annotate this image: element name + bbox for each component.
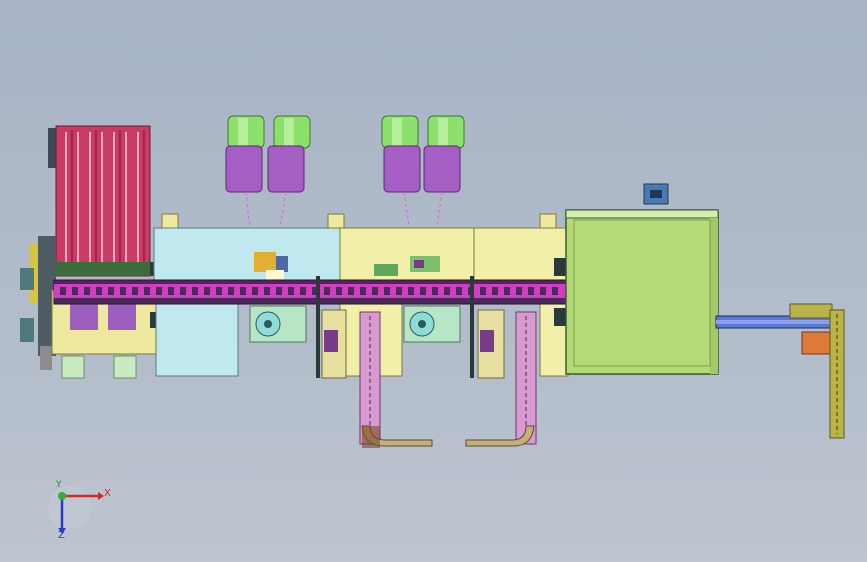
y-axis-label: Y <box>56 480 62 490</box>
camera-lamp-4[interactable] <box>423 115 465 247</box>
output-arm[interactable] <box>715 303 845 439</box>
z-axis-label: Z <box>58 530 65 541</box>
coordinate-triad <box>48 486 104 534</box>
output-box[interactable] <box>565 183 719 375</box>
machine-drawing <box>20 115 845 534</box>
x-axis-label: X <box>104 488 111 499</box>
vibratory-feeder[interactable] <box>20 125 164 379</box>
cad-viewport[interactable]: X Z Y <box>0 0 867 562</box>
camera-lamp-3[interactable] <box>381 115 421 247</box>
